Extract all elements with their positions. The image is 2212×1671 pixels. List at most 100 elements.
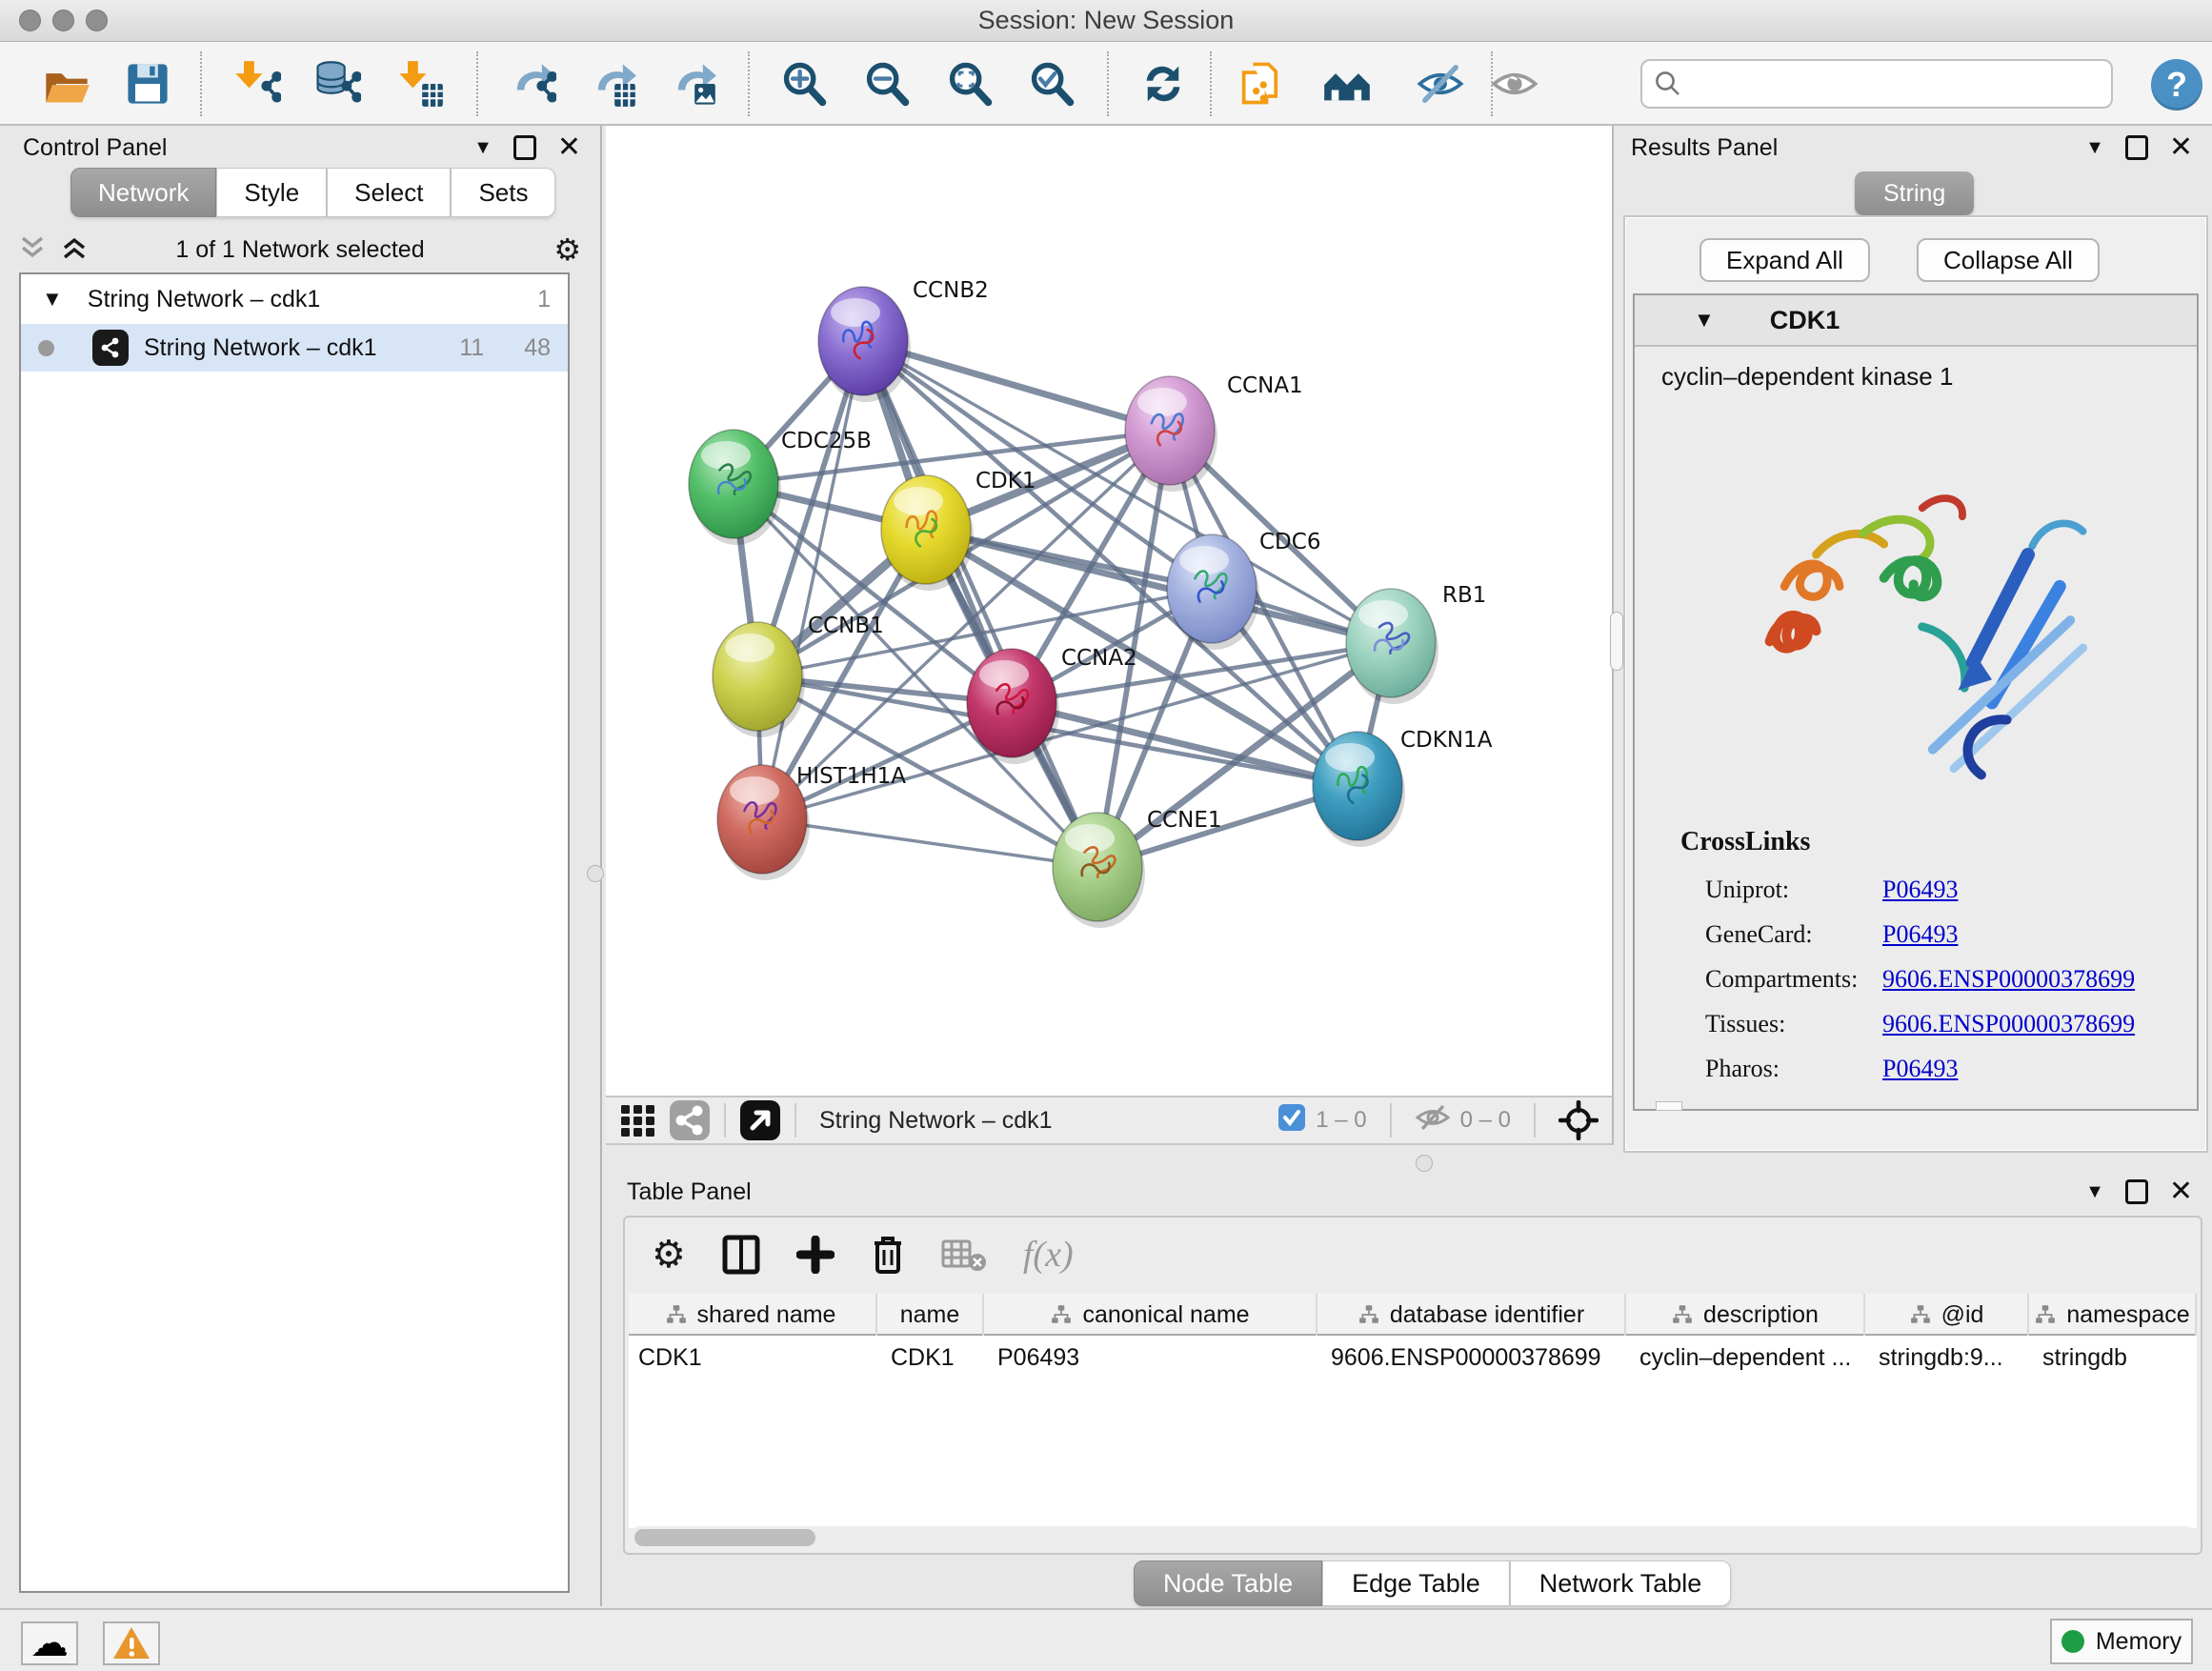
tab-sets[interactable]: Sets [451, 168, 555, 217]
tab-edge-table[interactable]: Edge Table [1322, 1560, 1510, 1606]
collapse-all-networks-icon[interactable] [19, 235, 46, 265]
fit-content-button[interactable] [941, 53, 998, 114]
function-builder-button[interactable]: f(x) [1023, 1234, 1074, 1276]
table-panel-menu-icon[interactable]: ▼ [2085, 1181, 2104, 1203]
tab-string[interactable]: String [1855, 171, 1974, 215]
open-session-button[interactable] [38, 53, 95, 114]
import-network-from-file-button[interactable] [228, 53, 285, 114]
search-input[interactable] [1692, 70, 2101, 99]
control-splitter-handle[interactable] [587, 865, 604, 882]
details-collapse-icon[interactable]: ▼ [1694, 308, 1715, 332]
expand-all-button[interactable]: Expand All [1699, 238, 1870, 282]
zoom-out-button[interactable] [858, 53, 915, 114]
cloud-status-button[interactable]: ☁ [21, 1621, 78, 1665]
table-options-button[interactable]: ⚙ [652, 1236, 686, 1274]
table-panel-float-icon[interactable] [2125, 1179, 2148, 1204]
table-cell[interactable]: stringdb [2029, 1338, 2193, 1378]
table-cell[interactable]: CDK1 [877, 1338, 980, 1378]
network-node-CCNB2[interactable] [818, 287, 911, 402]
tab-style[interactable]: Style [216, 168, 327, 217]
open-in-browser-button[interactable] [739, 1099, 781, 1141]
column-header-id[interactable]: @id [1865, 1294, 2029, 1336]
results-panel-close-icon[interactable]: ✕ [2169, 133, 2193, 162]
network-edge-CCNB2-HIST1H1A[interactable] [762, 341, 863, 819]
table-cell[interactable]: 9606.ENSP00000378699 [1317, 1338, 1622, 1378]
hide-selected-button[interactable] [1412, 53, 1469, 114]
network-node-CDC6[interactable] [1167, 534, 1259, 650]
expand-all-networks-icon[interactable] [61, 235, 88, 265]
tab-network[interactable]: Network [70, 168, 216, 217]
network-node-CCNA2[interactable] [967, 649, 1059, 764]
maximize-window-button[interactable] [86, 10, 108, 31]
import-network-from-database-button[interactable] [308, 53, 365, 114]
network-node-CDK1[interactable] [881, 475, 974, 591]
show-columns-button[interactable] [722, 1234, 760, 1276]
export-table-button[interactable] [584, 53, 641, 114]
add-column-button[interactable] [796, 1236, 835, 1274]
node-details-header[interactable]: ▼ CDK1 [1635, 295, 2197, 347]
zoom-in-button[interactable] [775, 53, 833, 114]
network-edge-CDK1-RB1[interactable] [926, 530, 1391, 643]
duplicate-network-button[interactable] [1232, 53, 1289, 114]
crosslink-link[interactable]: P06493 [1882, 920, 1958, 949]
hidden-eye-icon[interactable] [1415, 1102, 1451, 1139]
table-panel-close-icon[interactable]: ✕ [2169, 1178, 2193, 1206]
first-neighbors-button[interactable] [1318, 53, 1376, 114]
refresh-button[interactable] [1135, 53, 1192, 114]
crosslink-link[interactable]: P06493 [1882, 876, 1958, 904]
crosslink-link[interactable]: 9606.ENSP00000378699 [1882, 1010, 2135, 1038]
crosslink-link[interactable]: P06493 [1882, 1055, 1958, 1083]
network-node-CDKN1A[interactable] [1313, 732, 1405, 847]
string-view-button[interactable] [669, 1099, 711, 1141]
control-panel-float-icon[interactable] [513, 135, 536, 160]
table-cell[interactable]: cyclin–dependent ... [1626, 1338, 1861, 1378]
table-cell[interactable]: stringdb:9... [1865, 1338, 2025, 1378]
network-node-CCNB1[interactable] [713, 622, 805, 737]
crosslink-link[interactable]: 9606.ENSP00000378699 [1882, 965, 2135, 994]
control-panel-menu-icon[interactable]: ▼ [473, 137, 493, 159]
warnings-button[interactable] [103, 1621, 160, 1665]
network-collection-row[interactable]: ▼ String Network – cdk1 1 [21, 274, 568, 318]
network-node-CCNA1[interactable] [1125, 376, 1217, 492]
column-header-database-identifier[interactable]: database identifier [1317, 1294, 1626, 1336]
results-panel-float-icon[interactable] [2125, 135, 2148, 160]
control-panel-close-icon[interactable]: ✕ [557, 133, 581, 162]
save-session-button[interactable] [119, 53, 176, 114]
network-edge-HIST1H1A-CCNE1[interactable] [762, 819, 1097, 867]
tab-select[interactable]: Select [327, 168, 451, 217]
column-header-canonical-name[interactable]: canonical name [984, 1294, 1317, 1336]
network-node-RB1[interactable] [1346, 589, 1438, 704]
tab-network-table[interactable]: Network Table [1510, 1560, 1732, 1606]
import-table-from-file-button[interactable] [392, 53, 449, 114]
network-node-CCNE1[interactable] [1053, 813, 1145, 928]
details-scrollbar-notch[interactable] [1656, 1101, 1682, 1111]
export-image-button[interactable] [664, 53, 721, 114]
tab-node-table[interactable]: Node Table [1134, 1560, 1322, 1606]
network-row-selected[interactable]: String Network – cdk1 11 48 [21, 324, 568, 372]
table-cell[interactable]: P06493 [984, 1338, 1314, 1378]
help-button[interactable]: ? [2151, 59, 2202, 111]
show-grid-button[interactable] [619, 1101, 657, 1139]
delete-column-button[interactable] [871, 1234, 905, 1276]
delete-table-button[interactable] [941, 1238, 987, 1272]
table-hscrollbar-thumb[interactable] [634, 1529, 815, 1546]
close-window-button[interactable] [19, 10, 41, 31]
table-splitter-handle[interactable] [1416, 1155, 1433, 1172]
network-options-gear-icon[interactable]: ⚙ [553, 232, 581, 268]
selected-checkbox-icon[interactable] [1277, 1103, 1306, 1138]
column-header-shared-name[interactable]: shared name [629, 1294, 877, 1336]
birds-eye-view-button[interactable] [1558, 1100, 1599, 1140]
network-view-canvas[interactable]: CCNB2CCNA1CDC25BCDK1CDC6RB1CCNB1CCNA2CDK… [606, 126, 1614, 1096]
table-cell[interactable]: CDK1 [629, 1338, 874, 1378]
minimize-window-button[interactable] [52, 10, 74, 31]
export-network-button[interactable] [503, 53, 560, 114]
results-panel-menu-icon[interactable]: ▼ [2085, 137, 2104, 159]
column-header-description[interactable]: description [1626, 1294, 1865, 1336]
column-header-name[interactable]: name [877, 1294, 984, 1336]
column-header-namespace[interactable]: namespace [2029, 1294, 2197, 1336]
zoom-selected-button[interactable] [1023, 53, 1080, 114]
show-all-button[interactable] [1486, 53, 1543, 114]
collection-collapse-icon[interactable]: ▼ [42, 287, 63, 312]
collapse-all-button[interactable]: Collapse All [1917, 238, 2100, 282]
memory-button[interactable]: Memory [2050, 1619, 2193, 1664]
